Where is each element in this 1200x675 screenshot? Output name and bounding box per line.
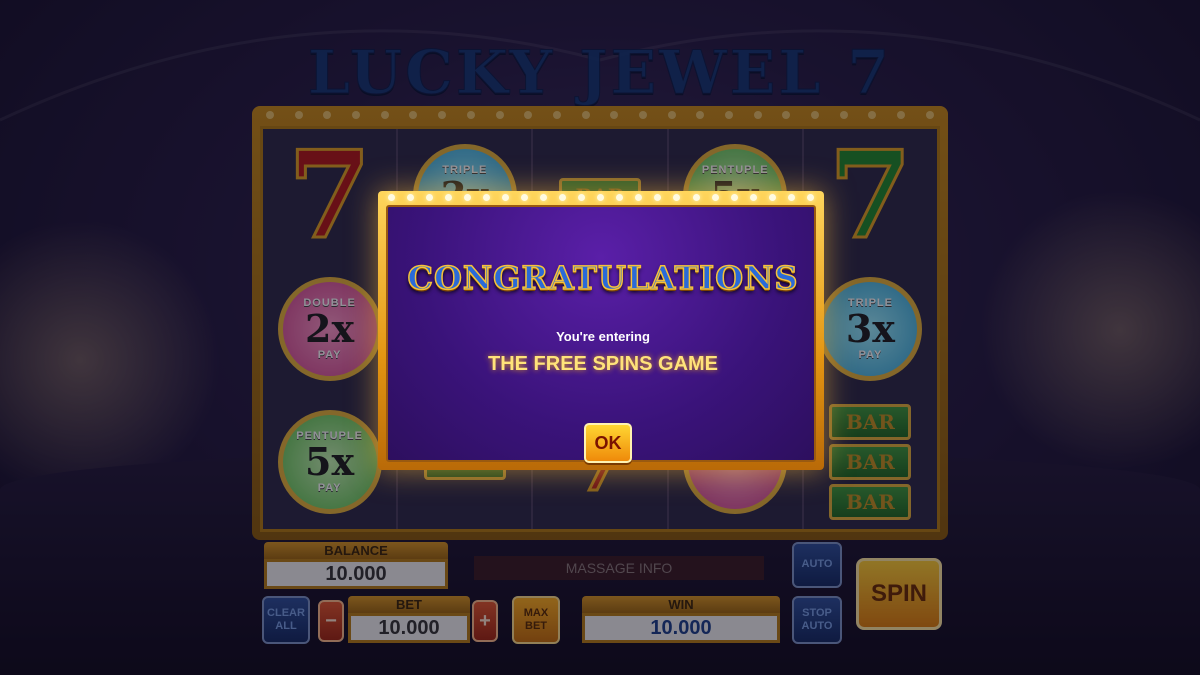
dialog-lights bbox=[388, 194, 814, 202]
dialog-subtext: You're entering bbox=[556, 329, 650, 344]
dialog-message: THE FREE SPINS GAME bbox=[487, 353, 719, 375]
congratulations-dialog: CONGRATULATIONS You're entering THE FREE… bbox=[378, 191, 824, 470]
dialog-heading: CONGRATULATIONS bbox=[407, 258, 799, 298]
dialog-body: CONGRATULATIONS You're entering THE FREE… bbox=[386, 205, 816, 463]
ok-button[interactable]: OK bbox=[584, 423, 632, 463]
